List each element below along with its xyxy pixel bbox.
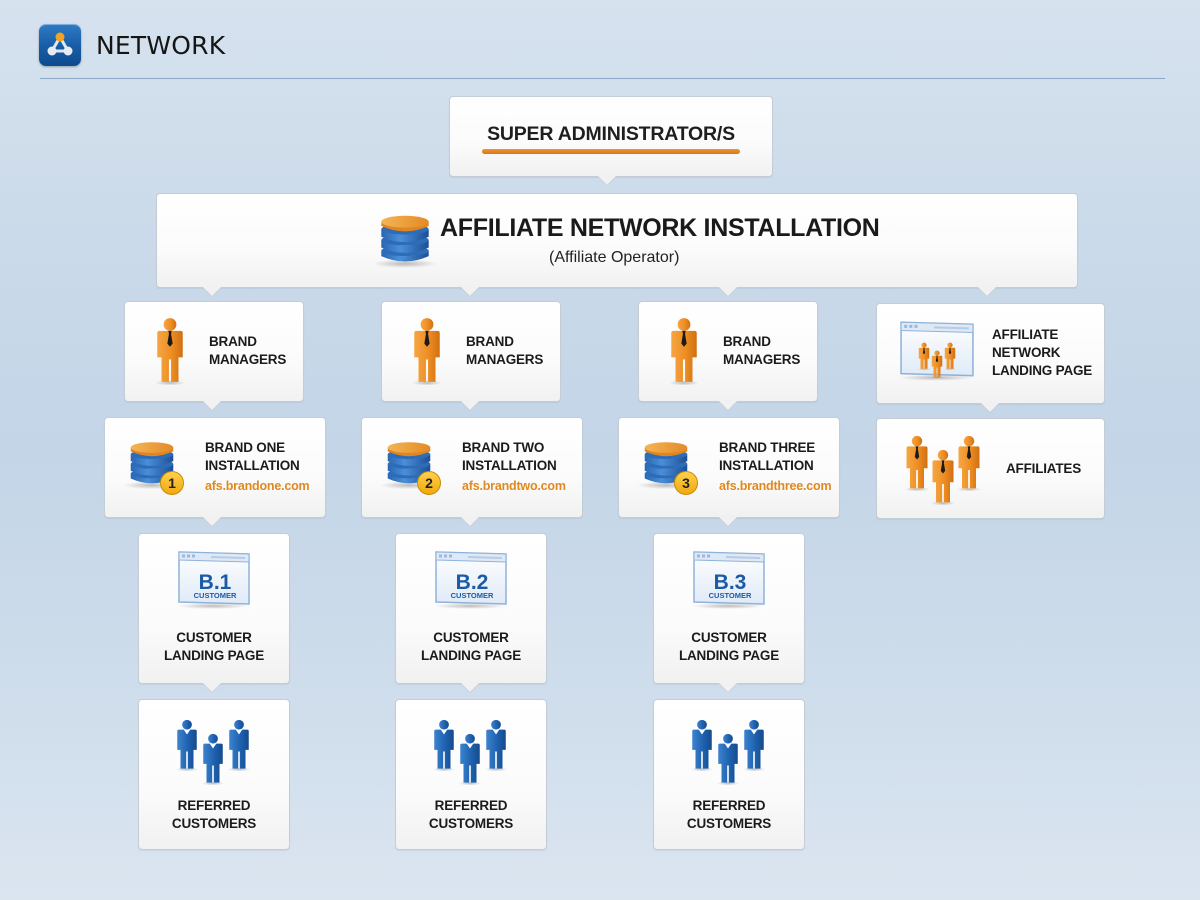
connector-arrow [203, 401, 221, 410]
browser-window-icon [899, 321, 974, 382]
person-icon [929, 449, 957, 505]
connector-arrow [461, 401, 479, 410]
affiliate-network-landing-page-node: AFFILIATE NETWORK LANDING PAGE [876, 303, 1105, 404]
connector-arrow [719, 287, 737, 296]
person-icon [225, 719, 253, 771]
label-line: CUSTOMERS [171, 816, 257, 831]
svg-text:CUSTOMER: CUSTOMER [451, 591, 494, 600]
svg-text:CUSTOMER: CUSTOMER [194, 591, 237, 600]
connector-arrow [203, 517, 221, 526]
page-title: NETWORK [96, 30, 226, 60]
connector-arrow [598, 176, 616, 185]
label-line: INSTALLATION [205, 458, 300, 473]
brand-installation-node-1: 1 BRAND ONE INSTALLATION afs.brandone.co… [104, 417, 326, 518]
number-badge: 3 [674, 471, 698, 495]
label-line: INSTALLATION [719, 458, 814, 473]
brand-managers-node-2: BRAND MANAGERS [381, 301, 561, 402]
label-line: REFERRED [177, 798, 251, 813]
person-icon [714, 733, 742, 785]
person-icon [667, 317, 701, 385]
label-line: BRAND [466, 334, 514, 349]
label-line: CUSTOMERS [428, 816, 514, 831]
label-line: BRAND [723, 334, 771, 349]
brand-url-link[interactable]: afs.brandone.com [205, 477, 310, 495]
person-icon [955, 435, 983, 491]
header-divider [40, 78, 1165, 79]
installation-subtitle: (Affiliate Operator) [549, 249, 680, 266]
label-line: BRAND TWO [462, 440, 545, 455]
brand-url-link[interactable]: afs.brandtwo.com [462, 477, 566, 495]
person-icon [456, 733, 484, 785]
label-line: CUSTOMER [433, 630, 509, 645]
affiliate-network-installation-node: AFFILIATE NETWORK INSTALLATION (Affiliat… [156, 193, 1078, 288]
brand-managers-node-1: BRAND MANAGERS [124, 301, 304, 402]
person-icon [199, 733, 227, 785]
connector-arrow [461, 287, 479, 296]
connector-arrow [203, 683, 221, 692]
label-line: BRAND THREE [719, 440, 816, 455]
affiliates-label: AFFILIATES [1006, 461, 1081, 476]
label-line: AFFILIATE [992, 327, 1059, 342]
label-line: BRAND [209, 334, 257, 349]
network-icon [39, 24, 81, 66]
brand-installation-node-3: 3 BRAND THREE INSTALLATION afs.brandthre… [618, 417, 840, 518]
label-line: LANDING PAGE [992, 363, 1093, 378]
connector-arrow [719, 517, 737, 526]
connector-arrow [978, 287, 996, 296]
installation-title: AFFILIATE NETWORK INSTALLATION [440, 214, 880, 242]
number-badge: 2 [417, 471, 441, 495]
referred-customers-node-2: REFERRED CUSTOMERS [395, 699, 547, 850]
orange-underline [482, 149, 740, 154]
label-line: LANDING PAGE [163, 648, 265, 663]
svg-text:1: 1 [168, 475, 176, 491]
person-icon [482, 719, 510, 771]
svg-text:CUSTOMER: CUSTOMER [709, 591, 752, 600]
brand-installation-node-2: 2 BRAND TWO INSTALLATION afs.brandtwo.co… [361, 417, 583, 518]
connector-arrow [203, 287, 221, 296]
svg-text:2: 2 [425, 475, 433, 491]
person-icon [688, 719, 716, 771]
label-line: BRAND ONE [205, 440, 285, 455]
browser-window-icon: B.2CUSTOMER [434, 550, 508, 610]
connector-arrow [719, 401, 737, 410]
label-line: LANDING PAGE [678, 648, 780, 663]
label-line: LANDING PAGE [420, 648, 522, 663]
person-icon [410, 317, 444, 385]
person-icon [430, 719, 458, 771]
connector-arrow [981, 403, 999, 412]
label-line: MANAGERS [209, 352, 287, 367]
number-badge: 1 [160, 471, 184, 495]
connector-arrow [461, 517, 479, 526]
label-line: CUSTOMERS [686, 816, 772, 831]
person-icon [903, 435, 931, 491]
label-line: MANAGERS [466, 352, 544, 367]
browser-window-icon: B.3CUSTOMER [692, 550, 766, 610]
connector-arrow [461, 683, 479, 692]
super-administrator-label: SUPER ADMINISTRATOR/S [487, 123, 735, 145]
referred-customers-node-1: REFERRED CUSTOMERS [138, 699, 290, 850]
label-line: NETWORK [992, 345, 1061, 360]
super-administrator-node: SUPER ADMINISTRATOR/S [449, 96, 773, 177]
person-icon [173, 719, 201, 771]
customer-landing-page-node-2: B.2 CUSTOMER CUSTOMER LANDING PAGE [395, 533, 547, 684]
label-line: CUSTOMER [176, 630, 252, 645]
svg-text:3: 3 [682, 475, 690, 491]
label-line: CUSTOMER [691, 630, 767, 645]
database-icon [372, 212, 438, 268]
person-icon [153, 317, 187, 385]
label-line: REFERRED [692, 798, 766, 813]
label-line: REFERRED [434, 798, 508, 813]
customer-landing-page-node-1: B.1 CUSTOMER CUSTOMER LANDING PAGE [138, 533, 290, 684]
label-line: MANAGERS [723, 352, 801, 367]
brand-url-link[interactable]: afs.brandthree.com [719, 477, 832, 495]
page-header: NETWORK [39, 24, 225, 66]
affiliates-node: AFFILIATES [876, 418, 1105, 519]
browser-window-icon: B.1CUSTOMER [177, 550, 251, 610]
label-line: INSTALLATION [462, 458, 557, 473]
customer-landing-page-node-3: B.3 CUSTOMER CUSTOMER LANDING PAGE [653, 533, 805, 684]
brand-managers-node-3: BRAND MANAGERS [638, 301, 818, 402]
referred-customers-node-3: REFERRED CUSTOMERS [653, 699, 805, 850]
connector-arrow [719, 683, 737, 692]
person-icon [740, 719, 768, 771]
